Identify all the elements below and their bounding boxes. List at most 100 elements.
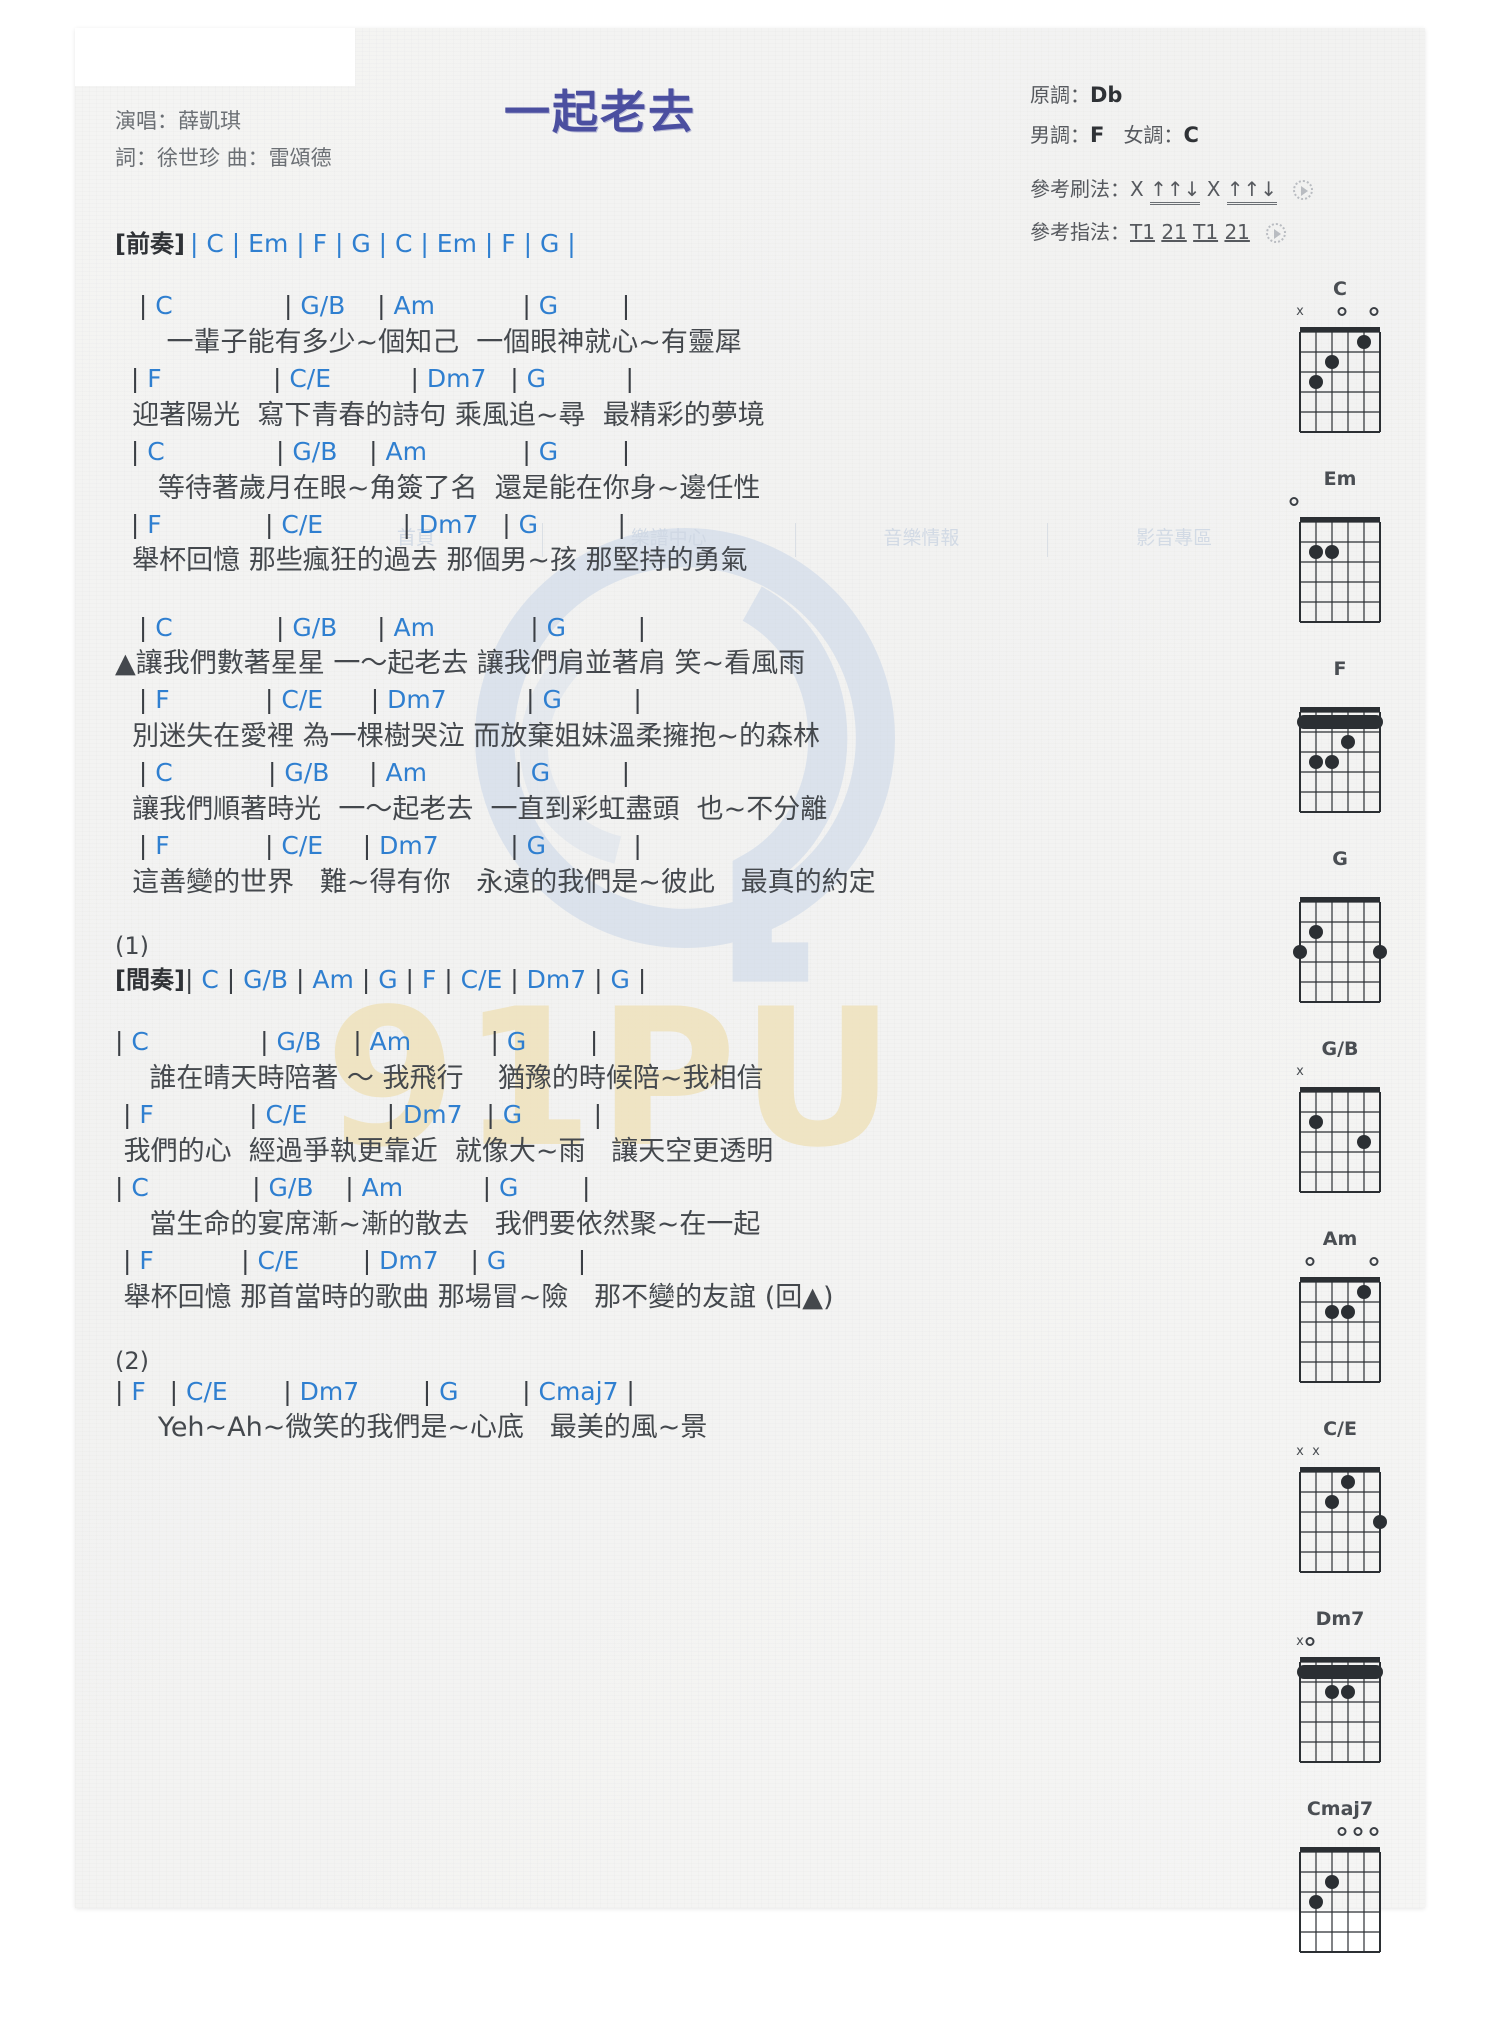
lyric-line: 當生命的宴席漸~漸的散去 我們要依然聚~在一起 xyxy=(115,1208,761,1240)
chord-diagram-name: Am xyxy=(1322,1228,1358,1250)
open-string-icon xyxy=(1289,497,1299,506)
male-key-value: F xyxy=(1090,122,1105,147)
open-mute-markers: x xyxy=(1292,304,1388,320)
chord-line: | F | C/E | Dm7 | G | xyxy=(122,1100,603,1130)
repeat-marker-1: (1) xyxy=(115,932,149,961)
chord-diagram-name: G xyxy=(1332,848,1348,870)
fretboard-grid xyxy=(1299,1087,1381,1193)
fretboard-grid xyxy=(1299,1847,1381,1953)
fretboard-grid xyxy=(1299,327,1381,433)
chord-line: | F | C/E | Dm7 | G | xyxy=(122,1245,587,1275)
open-string-icon xyxy=(1305,1637,1315,1646)
strum-pattern-d: ↑↑↓ xyxy=(1226,177,1278,205)
chord-diagram-c: Cx xyxy=(1265,278,1415,438)
lyric-line: 迎著陽光 寫下青春的詩句 乘風追~尋 最精彩的夢境 xyxy=(115,399,765,431)
male-key-label: 男調： xyxy=(1030,122,1090,147)
lyric-line: 這善變的世界 難~得有你 永遠的我們是~彼此 最真的約定 xyxy=(115,866,876,898)
chord-diagram-gb: G/B x xyxy=(1265,1038,1415,1198)
chord-diagram-g: G xyxy=(1265,848,1415,1008)
chord-line: | C | G/B | Am | G | xyxy=(115,1027,599,1057)
chord-diagram-name: Em xyxy=(1323,468,1357,490)
fretboard-grid xyxy=(1299,517,1381,623)
muted-string-icon: x xyxy=(1296,1064,1304,1079)
chord-line: | C | G/B | Am | G | xyxy=(138,291,631,320)
chord-diagram-name: F xyxy=(1333,658,1347,680)
open-mute-markers xyxy=(1292,1254,1388,1270)
strum-pattern-a: X xyxy=(1130,177,1144,201)
chord-line: | C | G/B | Am | G | xyxy=(115,1172,591,1202)
chord-line: | F | C/E | Dm7 | G | xyxy=(138,685,642,715)
speaker-icon[interactable] xyxy=(1293,180,1314,200)
chord-diagram-column: Cx Em F G G/B x Am C/E x x Dm7 x Cmaj7 xyxy=(1265,278,1415,1988)
open-mute-markers: xx xyxy=(1292,1444,1388,1460)
strum-row: 參考刷法：X ↑↑↓ X ↑↑↓ xyxy=(1030,168,1314,211)
fretboard-grid xyxy=(1299,1277,1381,1383)
lyric-line: 舉杯回憶 那些瘋狂的過去 那個男~孩 那堅持的勇氣 xyxy=(115,545,748,577)
interlude-label: [間奏] xyxy=(115,966,185,995)
chord-diagram-ce: C/E x x xyxy=(1265,1418,1415,1578)
section-chorus: | C | G/B | Am | G | ▲讓我們數著星星 一～起老去 讓我們肩並… xyxy=(115,611,1235,903)
fretboard-grid xyxy=(1299,1467,1387,1573)
chord-diagram-name: G/B xyxy=(1321,1038,1359,1060)
lyric-line: 一輩子能有多少~個知己 一個眼神就心~有靈犀 xyxy=(115,326,742,358)
chord-line: | C | G/B | Am | G | xyxy=(138,612,646,642)
chord-diagram-am: Am xyxy=(1265,1228,1415,1388)
original-key-row: 原調：Db xyxy=(1030,76,1199,116)
chord-line: | F | C/E | Dm7 | G | xyxy=(138,831,642,861)
chord-line: | C | G/B | Am | G | xyxy=(138,758,631,788)
chord-diagram-dm7: Dm7 x xyxy=(1265,1608,1415,1768)
interlude-sequence: | C | G/B | Am | G | F | C/E | Dm7 | G | xyxy=(184,965,647,995)
chord-diagram-f: F xyxy=(1265,658,1415,818)
fretboard-grid xyxy=(1297,707,1383,813)
lyric-line: 誰在晴天時陪著 ～ 我飛行 猶豫的時候陪~我相信 xyxy=(115,1062,764,1094)
lyric-line: Yeh~Ah~微笑的我們是~心底 最美的風~景 xyxy=(115,1412,708,1444)
speaker-icon[interactable] xyxy=(1266,223,1287,243)
sheet-music-page: 91PU 首頁 樂譜中心 音樂情報 影音專區 演唱：薛凱琪 詞：徐世珍 曲：雷頌… xyxy=(75,28,1425,1953)
intro-row: [前奏] | C | Em | F | G | C | Em | F | G | xyxy=(115,224,1235,259)
sections-host: | C | G/B | Am | G | 一輩子能有多少~個知己 一個眼神就心~… xyxy=(115,289,1235,1448)
chord-diagram-name: Cmaj7 xyxy=(1306,1798,1374,1820)
lyricist-composer-label: 詞：徐世珍 曲：雷頌德 xyxy=(115,145,332,170)
open-string-icon xyxy=(1337,1827,1347,1836)
fretboard-grid xyxy=(1297,1657,1383,1763)
strum-pattern-c: X xyxy=(1206,177,1221,201)
open-mute-markers xyxy=(1292,1824,1388,1840)
open-mute-markers: x xyxy=(1292,1064,1388,1080)
open-string-icon xyxy=(1369,307,1379,316)
intro-label: [前奏] xyxy=(115,230,185,258)
open-mute-markers xyxy=(1289,494,1388,510)
chord-line: | F | C/E | Dm7 | G | xyxy=(130,509,626,539)
repeat-marker-2: (2) xyxy=(115,1346,149,1375)
open-string-icon xyxy=(1305,1257,1315,1266)
key-info-block: 原調：Db 男調：F 女調：C xyxy=(1030,76,1199,156)
open-mute-markers xyxy=(1292,874,1388,890)
chord-diagram-name: C/E xyxy=(1323,1418,1357,1440)
lyric-line: 我們的心 經過爭執更靠近 就像大~雨 讓天空更透明 xyxy=(115,1135,774,1167)
open-string-icon xyxy=(1369,1257,1379,1266)
muted-string-icon: x xyxy=(1312,1444,1320,1459)
interlude-row: [間奏]| C | G/B | Am | G | F | C/E | Dm7 |… xyxy=(115,960,1235,995)
lyric-line: 等待著歲月在眼~角簽了名 還是能在你身~邊任性 xyxy=(115,472,761,504)
lyric-line: ▲讓我們數著星星 一～起老去 讓我們肩並著肩 笑~看風雨 xyxy=(115,648,806,680)
fretboard-grid xyxy=(1293,897,1387,1003)
chord-line: | C | G/B | Am | G | xyxy=(130,436,631,466)
score-body: [前奏] | C | Em | F | G | C | Em | F | G |… xyxy=(115,224,1235,1448)
open-string-icon xyxy=(1337,307,1347,316)
section-verse-1: | C | G/B | Am | G | 一輩子能有多少~個知己 一個眼神就心~… xyxy=(115,289,1235,581)
strum-pattern-b: ↑↑↓ xyxy=(1150,177,1201,205)
muted-string-icon: x xyxy=(1296,1444,1304,1459)
sheet-header: 演唱：薛凱琪 詞：徐世珍 曲：雷頌德 一起老去 原調：Db 男調：F 女調：C … xyxy=(75,28,1425,244)
open-mute-markers xyxy=(1292,684,1388,700)
chord-diagram-em: Em xyxy=(1265,468,1415,628)
original-key-value: Db xyxy=(1090,83,1123,107)
muted-string-icon: x xyxy=(1296,1634,1304,1649)
chord-diagram-cmaj7: Cmaj7 xyxy=(1265,1798,1415,1958)
chord-line: | F | C/E | Dm7 | G | Cmaj7 | xyxy=(115,1376,635,1406)
lyric-line: 讓我們順著時光 一～起老去 一直到彩虹盡頭 也~不分離 xyxy=(115,794,828,826)
section-verse-2: | C | G/B | Am | G | 誰在晴天時陪著 ～ 我飛行 猶豫的時候… xyxy=(115,1025,1235,1317)
